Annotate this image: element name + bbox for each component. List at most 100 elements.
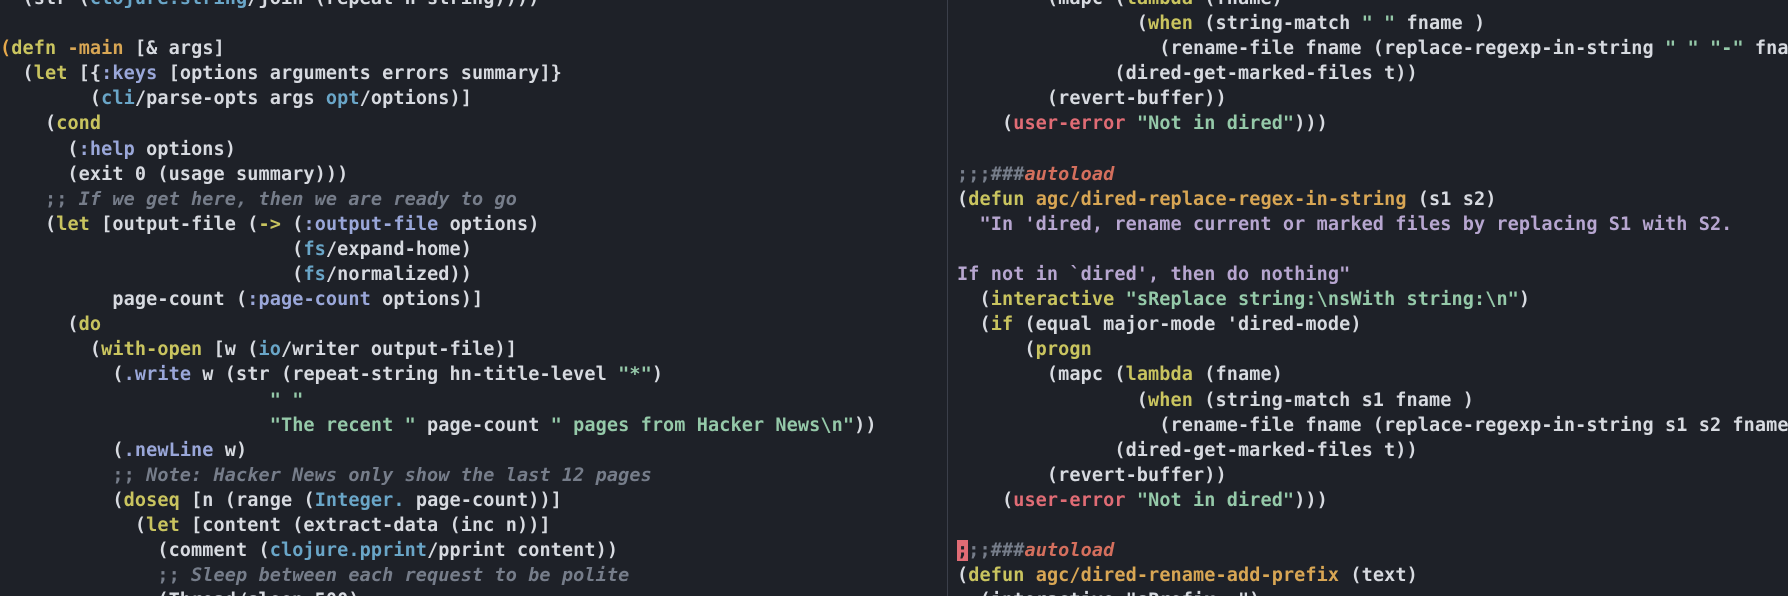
code-token: [w ( bbox=[202, 339, 259, 361]
code-token: agc/dired-replace-regex-in-string bbox=[1035, 188, 1407, 210]
code-line[interactable]: (when (string-match s1 fname ) bbox=[957, 388, 1788, 413]
code-token: options)] bbox=[370, 289, 484, 311]
code-token: /pprint content)) bbox=[427, 540, 619, 562]
code-token: (fname) bbox=[1193, 364, 1283, 386]
left-code-lines[interactable]: (str (clojure.string/join (repeat n stri… bbox=[0, 0, 947, 596]
code-line[interactable]: (let [{:keys [options arguments errors s… bbox=[0, 61, 947, 86]
code-token: ( bbox=[280, 213, 304, 235]
code-line[interactable]: (let [output-file (-> (:output-file opti… bbox=[0, 212, 947, 237]
code-token: (dired-get-marked-files t)) bbox=[957, 63, 1418, 85]
code-token: interactive bbox=[990, 289, 1115, 311]
code-line[interactable]: (mapc (lambda (fname) bbox=[957, 362, 1788, 387]
code-token: /join (repeat n string)))) bbox=[247, 0, 539, 9]
code-token: defn bbox=[11, 38, 57, 60]
code-line[interactable] bbox=[957, 237, 1788, 262]
code-line[interactable]: (fs/expand-home) bbox=[0, 237, 947, 262]
code-token: options) bbox=[438, 213, 540, 235]
code-line[interactable]: page-count (:page-count options)] bbox=[0, 287, 947, 312]
code-token: options) bbox=[134, 138, 237, 160]
code-token: let bbox=[33, 63, 68, 85]
code-token: "The recent " bbox=[269, 414, 416, 436]
code-token: (rename-file fname (replace-regexp-in-st… bbox=[957, 38, 1665, 60]
code-token: )) bbox=[854, 414, 877, 436]
code-token: ( bbox=[0, 439, 124, 461]
right-code-lines[interactable]: (mapc (lambda (fname) (when (string-matc… bbox=[957, 0, 1788, 596]
code-token: ( bbox=[0, 314, 79, 336]
code-token: (string-match s1 fname ) bbox=[1193, 389, 1474, 411]
code-token: defun bbox=[968, 565, 1025, 587]
code-token: ))) bbox=[1294, 489, 1328, 511]
code-token: clojure.string bbox=[90, 0, 247, 9]
code-line[interactable]: (when (string-match " " fname ) bbox=[957, 11, 1788, 36]
left-editor-pane[interactable]: (str (clojure.string/join (repeat n stri… bbox=[0, 0, 947, 596]
code-line[interactable]: "The recent " page-count " pages from Ha… bbox=[0, 413, 947, 438]
code-line[interactable]: (:help options) bbox=[0, 137, 947, 162]
code-line[interactable]: (if (equal major-mode 'dired-mode) bbox=[957, 312, 1788, 337]
code-line[interactable]: (cli/parse-opts args opt/options)] bbox=[0, 86, 947, 111]
code-line[interactable]: ;; If we get here, then we are ready to … bbox=[0, 187, 947, 212]
code-line[interactable]: (rename-file fname (replace-regexp-in-st… bbox=[957, 36, 1788, 61]
code-line[interactable]: (user-error "Not in dired"))) bbox=[957, 111, 1788, 136]
code-line[interactable]: " " bbox=[0, 388, 947, 413]
code-token: "sReplace string:\nsWith string:\n" bbox=[1125, 289, 1519, 311]
code-token: fname) bbox=[1754, 38, 1788, 60]
code-token: let bbox=[146, 514, 180, 536]
code-token: autoload bbox=[1024, 540, 1115, 562]
code-line[interactable]: ;; Sleep between each request to be poli… bbox=[0, 563, 947, 588]
right-editor-pane[interactable]: (mapc (lambda (fname) (when (string-matc… bbox=[957, 0, 1788, 596]
code-token: If not in `dired', then do nothing" bbox=[957, 264, 1351, 286]
code-line[interactable]: (do bbox=[0, 312, 947, 337]
code-line[interactable]: (exit 0 (usage summary))) bbox=[0, 162, 947, 187]
code-line[interactable]: (dired-get-marked-files t)) bbox=[957, 438, 1788, 463]
code-line[interactable]: (dired-get-marked-files t)) bbox=[957, 61, 1788, 86]
text-cursor: ; bbox=[957, 540, 969, 562]
code-line[interactable]: (cond bbox=[0, 111, 947, 136]
code-token: ( bbox=[957, 389, 1149, 411]
code-line[interactable]: (.newLine w) bbox=[0, 438, 947, 463]
code-line[interactable]: (defn -main [& args] bbox=[0, 36, 947, 61]
code-token: :output-file bbox=[303, 213, 439, 235]
code-token: [& args] bbox=[123, 38, 225, 60]
code-line[interactable]: (fs/normalized)) bbox=[0, 262, 947, 287]
code-line[interactable]: (interactive "sPrefix: ") bbox=[957, 588, 1788, 596]
code-token: autoload bbox=[1024, 163, 1115, 185]
code-line[interactable]: If not in `dired', then do nothing" bbox=[957, 262, 1788, 287]
code-token: when bbox=[1148, 389, 1193, 411]
code-token: ( bbox=[957, 113, 1014, 135]
code-line[interactable] bbox=[957, 513, 1788, 538]
code-token: let bbox=[56, 213, 90, 235]
code-line[interactable]: (let [content (extract-data (inc n))] bbox=[0, 513, 947, 538]
window-divider[interactable] bbox=[947, 0, 957, 596]
code-token: [n (range ( bbox=[179, 489, 315, 511]
code-line[interactable]: (defun agc/dired-replace-regex-in-string… bbox=[957, 187, 1788, 212]
code-line[interactable]: ;; Note: Hacker News only show the last … bbox=[0, 463, 947, 488]
code-line[interactable]: (str (clojure.string/join (repeat n stri… bbox=[0, 0, 947, 11]
code-token: ( bbox=[957, 188, 969, 210]
code-line[interactable]: (with-open [w (io/writer output-file)] bbox=[0, 337, 947, 362]
code-line[interactable]: (Thread/sleep 500) bbox=[0, 588, 947, 596]
code-line[interactable]: ;;;###autoload bbox=[957, 162, 1788, 187]
code-line[interactable]: (rename-file fname (replace-regexp-in-st… bbox=[957, 413, 1788, 438]
code-line[interactable]: (defun agc/dired-rename-add-prefix (text… bbox=[957, 563, 1788, 588]
code-line[interactable]: ;;;###autoload bbox=[957, 538, 1788, 563]
code-token: doseq bbox=[123, 489, 180, 511]
code-line[interactable] bbox=[0, 11, 947, 36]
code-line[interactable]: (progn bbox=[957, 337, 1788, 362]
code-token: Sleep between each request to be polite bbox=[191, 565, 630, 587]
code-token: ( bbox=[0, 264, 304, 286]
code-token: (string-match bbox=[1193, 13, 1362, 35]
code-line[interactable]: "In 'dired, rename current or marked fil… bbox=[957, 212, 1788, 237]
code-line[interactable]: (doseq [n (range (Integer. page-count))] bbox=[0, 488, 947, 513]
code-line[interactable]: (.write w (str (repeat-string hn-title-l… bbox=[0, 362, 947, 387]
code-line[interactable]: (mapc (lambda (fname) bbox=[957, 0, 1788, 11]
code-token: /normalized)) bbox=[325, 264, 473, 286]
code-line[interactable]: (comment (clojure.pprint/pprint content)… bbox=[0, 538, 947, 563]
code-token: [output-file ( bbox=[89, 213, 259, 235]
code-line[interactable]: (revert-buffer)) bbox=[957, 86, 1788, 111]
code-line[interactable]: (revert-buffer)) bbox=[957, 463, 1788, 488]
code-line[interactable] bbox=[957, 137, 1788, 162]
code-line[interactable]: (user-error "Not in dired"))) bbox=[957, 488, 1788, 513]
code-line[interactable]: (interactive "sReplace string:\nsWith st… bbox=[957, 287, 1788, 312]
